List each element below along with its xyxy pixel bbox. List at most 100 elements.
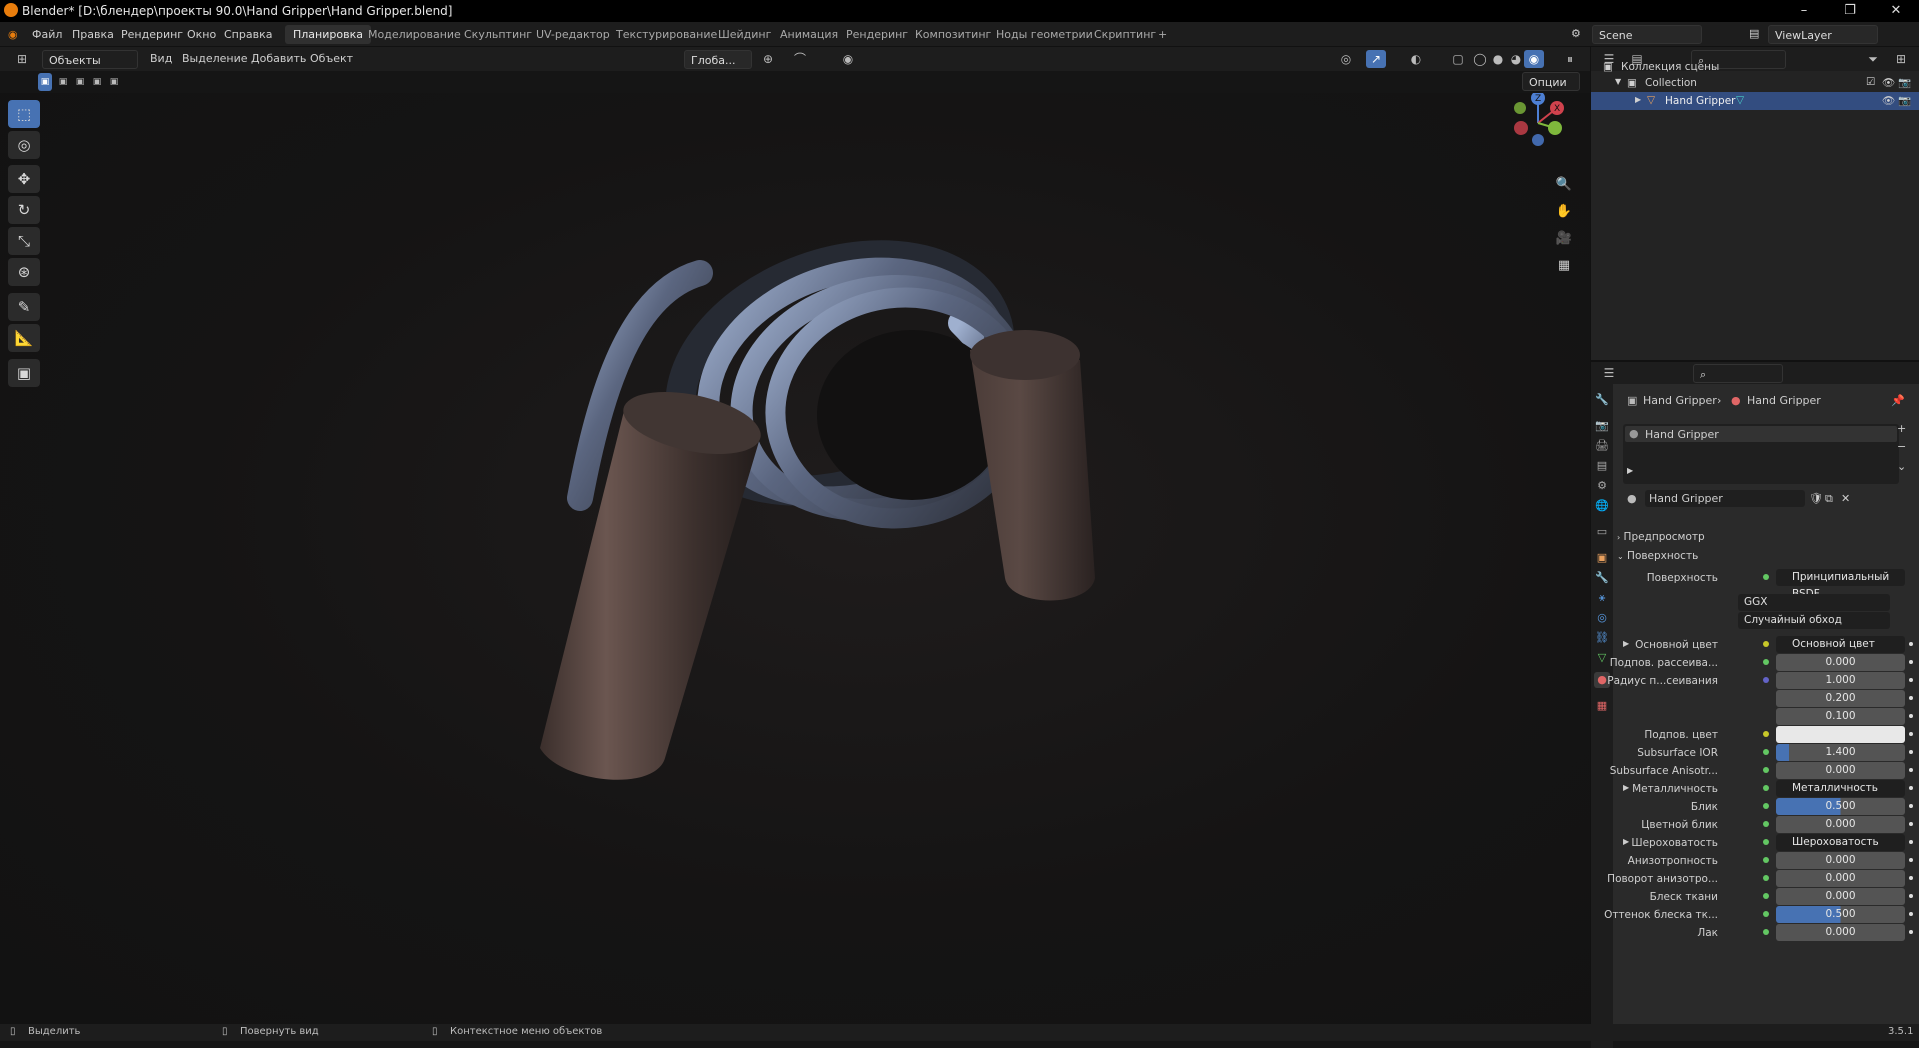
data-tab-icon[interactable]: ▽ <box>1594 650 1610 666</box>
visibility-icon[interactable]: ◎ <box>1336 50 1356 68</box>
xray-icon[interactable]: ▢ <box>1448 50 1468 68</box>
3d-viewport[interactable]: ⬚ ◎ ✥ ↻ ⤡ ⊛ ✎ 📐 ▣ Z X 🔍 ✋ 🎥 ▦ <box>0 93 1590 1024</box>
output-tab-icon[interactable]: 🖨 <box>1594 438 1610 454</box>
bsdf-row-value[interactable]: 0.000 <box>1776 816 1905 833</box>
keyframe-dot-icon[interactable] <box>1909 642 1913 646</box>
bsdf-row-value[interactable]: Металличность <box>1776 780 1905 797</box>
camera-view-icon[interactable]: 🎥 <box>1552 227 1576 251</box>
texture-tab-icon[interactable]: ▦ <box>1594 698 1610 714</box>
input-socket-icon[interactable] <box>1763 785 1769 791</box>
input-socket-icon[interactable] <box>1763 893 1769 899</box>
world-tab-icon[interactable]: 🌐 <box>1594 498 1610 514</box>
bsdf-row-value[interactable]: 0.000 <box>1776 870 1905 887</box>
menu-help[interactable]: Справка <box>224 28 272 41</box>
particles-tab-icon[interactable]: ⚹ <box>1594 590 1610 606</box>
blender-menu-icon[interactable]: ◉ <box>8 28 18 41</box>
navigation-gizmo[interactable]: Z X <box>1500 93 1570 153</box>
view-layer-icon[interactable]: ▤ <box>1749 27 1759 40</box>
keyframe-dot-icon[interactable] <box>1909 912 1913 916</box>
input-socket-icon[interactable] <box>1763 857 1769 863</box>
menu-select[interactable]: Выделение <box>182 52 248 65</box>
surface-panel-header[interactable]: ⌄ Поверхность <box>1617 550 1698 562</box>
slot-specials-icon[interactable]: ⌄ <box>1897 460 1906 473</box>
select-extend-icon[interactable]: ▣ <box>56 73 70 91</box>
visibility-eye-icon[interactable]: 👁 <box>1882 76 1895 89</box>
scene-tab-icon[interactable]: ⚙ <box>1594 478 1610 494</box>
input-socket-icon[interactable] <box>1763 749 1769 755</box>
keyframe-dot-icon[interactable] <box>1909 930 1913 934</box>
keyframe-dot-icon[interactable] <box>1909 660 1913 664</box>
tab-compositing[interactable]: Композитинг <box>907 25 999 44</box>
options-dropdown[interactable]: Опции <box>1522 72 1580 91</box>
menu-add[interactable]: Добавить <box>251 52 306 65</box>
hand-gripper-model[interactable] <box>0 93 1590 1024</box>
input-socket-icon[interactable] <box>1763 677 1769 683</box>
keyframe-dot-icon[interactable] <box>1909 876 1913 880</box>
fake-user-icon[interactable]: 🛡 <box>1809 492 1823 505</box>
constraints-tab-icon[interactable]: ⛓ <box>1594 630 1610 646</box>
material-browse-icon[interactable]: ● <box>1627 492 1637 505</box>
snap-icon[interactable]: ⌒ <box>790 50 810 68</box>
surface-shader-field[interactable]: Принципиальный BSDF <box>1776 569 1905 600</box>
menu-file[interactable]: Файл <box>32 28 62 41</box>
perspective-toggle-icon[interactable]: ▦ <box>1552 254 1576 278</box>
keyframe-dot-icon[interactable] <box>1909 858 1913 862</box>
input-socket-icon[interactable] <box>1763 821 1769 827</box>
maximize-button[interactable]: ❐ <box>1827 0 1873 22</box>
scene-icon[interactable]: ⚙ <box>1571 27 1581 40</box>
slot-expand-icon[interactable]: ▶ <box>1627 466 1633 475</box>
add-slot-icon[interactable]: + <box>1897 422 1906 435</box>
proportional-edit-icon[interactable]: ◉ <box>838 50 858 68</box>
bsdf-row-value[interactable]: 0.000 <box>1776 654 1905 671</box>
zoom-icon[interactable]: 🔍 <box>1552 173 1576 197</box>
select-invert-icon[interactable]: ▣ <box>90 73 104 91</box>
keyframe-dot-icon[interactable] <box>1909 804 1913 808</box>
expand-input-icon[interactable]: ▶ <box>1623 783 1629 792</box>
input-socket-icon[interactable] <box>1763 839 1769 845</box>
select-subtract-icon[interactable]: ▣ <box>73 73 87 91</box>
tab-geometry-nodes[interactable]: Ноды геометрии <box>988 25 1101 44</box>
distribution-dropdown[interactable]: GGX <box>1738 594 1890 611</box>
pivot-icon[interactable]: ⊕ <box>758 50 778 68</box>
material-name-field[interactable]: Hand Gripper <box>1645 490 1805 507</box>
tab-layout[interactable]: Планировка <box>285 25 371 44</box>
add-workspace-button[interactable]: + <box>1150 25 1175 44</box>
keyframe-dot-icon[interactable] <box>1909 732 1913 736</box>
pan-icon[interactable]: ✋ <box>1552 200 1576 224</box>
tab-modeling[interactable]: Моделирование <box>360 25 469 44</box>
outliner-row-hand-gripper[interactable]: ▶ ▽ Hand Gripper ▽ 👁 📷 <box>1591 92 1919 110</box>
menu-object[interactable]: Объект <box>310 52 353 65</box>
object-visibility-eye-icon[interactable]: 👁 <box>1882 94 1895 107</box>
bsdf-row-value[interactable]: 0.500 <box>1776 798 1905 815</box>
unlink-material-icon[interactable]: ✕ <box>1841 492 1850 505</box>
input-socket-icon[interactable] <box>1763 767 1769 773</box>
input-socket-icon[interactable] <box>1763 911 1769 917</box>
object-tab-icon[interactable]: ▣ <box>1594 550 1610 566</box>
object-render-camera-icon[interactable]: 📷 <box>1898 94 1911 107</box>
menu-render[interactable]: Рендеринг <box>121 28 183 41</box>
bsdf-row-value[interactable]: Основной цвет <box>1776 636 1905 653</box>
select-new-icon[interactable]: ▣ <box>38 73 52 91</box>
keyframe-dot-icon[interactable] <box>1909 696 1913 700</box>
input-socket-icon[interactable] <box>1763 803 1769 809</box>
input-socket-icon[interactable] <box>1763 929 1769 935</box>
editor-type-icon[interactable]: ⊞ <box>12 50 32 68</box>
view-layer-tab-icon[interactable]: ▤ <box>1594 458 1610 474</box>
physics-tab-icon[interactable]: ◎ <box>1594 610 1610 626</box>
tool-tab-icon[interactable]: 🔧 <box>1594 392 1610 408</box>
keyframe-dot-icon[interactable] <box>1909 894 1913 898</box>
mode-selector[interactable]: Объекты <box>42 50 138 69</box>
tab-shading[interactable]: Шейдинг <box>710 25 779 44</box>
bsdf-row-value[interactable]: 0.200 <box>1776 690 1905 707</box>
tab-animation[interactable]: Анимация <box>772 25 846 44</box>
transform-orientation-selector[interactable]: Глоба... <box>684 50 752 69</box>
input-socket-icon[interactable] <box>1763 641 1769 647</box>
gizmo-toggle-icon[interactable]: ↗ <box>1366 50 1386 68</box>
solid-shading-icon[interactable]: ● <box>1488 50 1508 68</box>
input-socket-icon[interactable] <box>1763 731 1769 737</box>
bsdf-row-value[interactable]: 1.400 <box>1776 744 1905 761</box>
keyframe-dot-icon[interactable] <box>1909 822 1913 826</box>
bsdf-row-value[interactable]: Шероховатость <box>1776 834 1905 851</box>
tab-rendering[interactable]: Рендеринг <box>838 25 916 44</box>
expand-input-icon[interactable]: ▶ <box>1623 639 1629 648</box>
